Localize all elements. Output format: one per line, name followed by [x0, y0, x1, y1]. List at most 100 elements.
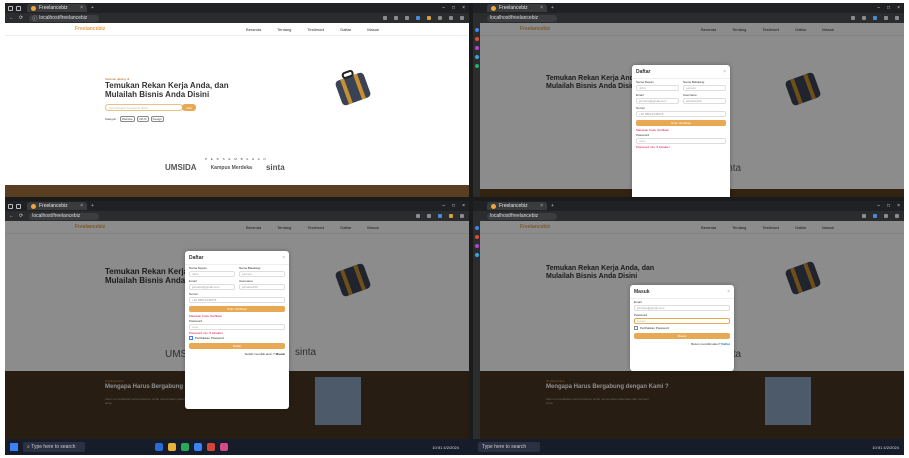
new-tab-icon[interactable]: +: [551, 203, 554, 209]
back-icon[interactable]: ←: [9, 15, 14, 21]
close-window-icon[interactable]: ×: [897, 203, 900, 209]
minimize-icon[interactable]: –: [442, 5, 445, 11]
refresh-icon[interactable]: ⟳: [19, 15, 23, 21]
ext-icon[interactable]: [427, 16, 431, 20]
password-input[interactable]: ••••••: [636, 138, 726, 144]
minimize-icon[interactable]: –: [442, 203, 445, 209]
menu-icon[interactable]: [460, 214, 464, 218]
start-icon[interactable]: [10, 443, 18, 451]
ext-icon[interactable]: [438, 214, 442, 218]
search-button[interactable]: Cari: [182, 104, 196, 111]
tab-actions-icon[interactable]: [16, 5, 21, 11]
last-name-input[interactable]: Lennon: [239, 271, 285, 277]
ext-icon[interactable]: [394, 16, 398, 20]
ext-icon[interactable]: [862, 214, 866, 218]
close-tab-icon[interactable]: ×: [80, 203, 83, 209]
maximize-icon[interactable]: □: [452, 5, 455, 11]
sidebar-app-icon[interactable]: [474, 226, 479, 230]
minimize-icon[interactable]: –: [877, 203, 880, 209]
taskbar-app-icon[interactable]: [168, 443, 176, 451]
ext-icon[interactable]: [383, 16, 387, 20]
first-name-input[interactable]: John: [636, 85, 679, 91]
password-input[interactable]: ••••••••: [634, 318, 730, 324]
username-input[interactable]: johndoe123: [239, 284, 285, 290]
taskbar-app-icon[interactable]: [207, 443, 215, 451]
show-password-checkbox[interactable]: [634, 326, 638, 330]
nav-masuk[interactable]: Masuk: [367, 27, 379, 32]
close-tab-icon[interactable]: ×: [540, 5, 543, 11]
email-input[interactable]: johndoe@gmail.com: [636, 98, 679, 104]
menu-icon[interactable]: [895, 214, 899, 218]
close-icon[interactable]: ×: [282, 255, 285, 261]
email-input[interactable]: johndoe@gmail.com: [189, 284, 235, 290]
ext-icon[interactable]: [416, 214, 420, 218]
url-field[interactable]: localhost/freelancebiz: [29, 212, 100, 220]
taskbar-search[interactable]: Type here to search: [478, 442, 540, 452]
url-field[interactable]: localhost/freelancebiz: [487, 212, 557, 220]
taskbar-app-icon[interactable]: [181, 443, 189, 451]
register-link[interactable]: Daftar: [721, 342, 730, 346]
taskbar-app-icon[interactable]: [155, 443, 163, 451]
close-icon[interactable]: ×: [727, 289, 730, 295]
ext-icon[interactable]: [405, 16, 409, 20]
send-verification-button[interactable]: Kirim Verifikasi: [189, 306, 285, 312]
url-field[interactable]: localhost/freelancebiz: [487, 14, 557, 22]
back-icon[interactable]: ←: [9, 213, 14, 219]
search-input[interactable]: Cari kategori Freelance disini: [105, 104, 183, 111]
ext-icon[interactable]: [873, 214, 877, 218]
browser-tab[interactable]: Freelancebiz ×: [27, 202, 87, 210]
close-tab-icon[interactable]: ×: [540, 203, 543, 209]
sidebar-app-icon[interactable]: [474, 46, 479, 50]
username-input[interactable]: johndoe123: [683, 98, 726, 104]
taskbar-app-icon[interactable]: [220, 443, 228, 451]
new-tab-icon[interactable]: +: [91, 203, 94, 209]
maximize-icon[interactable]: □: [887, 5, 890, 11]
maximize-icon[interactable]: □: [452, 203, 455, 209]
ext-icon[interactable]: [873, 16, 877, 20]
ext-icon[interactable]: [884, 16, 888, 20]
password-input[interactable]: ••••••: [189, 324, 285, 330]
category-chip[interactable]: UI/UX: [136, 116, 149, 122]
ext-icon[interactable]: [449, 16, 453, 20]
tab-actions-icon[interactable]: [16, 203, 21, 209]
close-tab-icon[interactable]: ×: [80, 5, 83, 11]
ext-icon[interactable]: [449, 214, 453, 218]
sidebar-app-icon[interactable]: [474, 28, 479, 32]
window-menu-icon[interactable]: [8, 203, 13, 209]
url-field[interactable]: ⓘ localhost/freelancebiz: [29, 14, 100, 22]
maximize-icon[interactable]: □: [887, 203, 890, 209]
clock[interactable]: 10:51: [872, 445, 882, 450]
site-logo[interactable]: Freelancebiz: [75, 26, 105, 32]
show-password-checkbox[interactable]: [189, 336, 193, 340]
category-chip[interactable]: Design: [150, 116, 164, 122]
close-window-icon[interactable]: ×: [462, 5, 465, 11]
clock[interactable]: 10:51: [432, 445, 442, 450]
nav-beranda[interactable]: Beranda: [246, 27, 261, 32]
taskbar-search[interactable]: ⌕ Type here to search: [23, 442, 85, 452]
category-chip[interactable]: Website: [119, 116, 135, 122]
sidebar-app-icon[interactable]: [474, 55, 479, 59]
ext-icon[interactable]: [438, 16, 442, 20]
sidebar-app-icon[interactable]: [474, 235, 479, 239]
sidebar-app-icon[interactable]: [474, 37, 479, 41]
ext-icon[interactable]: [416, 16, 420, 20]
ext-icon[interactable]: [851, 16, 855, 20]
daftar-submit-button[interactable]: Daftar: [189, 343, 285, 349]
browser-tab[interactable]: Freelancebiz ×: [487, 4, 547, 12]
minimize-icon[interactable]: –: [877, 5, 880, 11]
sidebar-app-icon[interactable]: [474, 253, 479, 257]
ext-icon[interactable]: [862, 16, 866, 20]
phone-input[interactable]: +62 88812345678: [636, 111, 726, 117]
masuk-submit-button[interactable]: Masuk: [634, 333, 730, 339]
window-menu-icon[interactable]: [8, 5, 13, 11]
send-verification-button[interactable]: Kirim Verifikasi: [636, 120, 726, 126]
nav-testimoni[interactable]: Testimoni: [307, 27, 324, 32]
phone-input[interactable]: +62 88812345678: [189, 297, 285, 303]
email-input[interactable]: johndoe@gmail.com: [634, 305, 730, 311]
browser-tab[interactable]: Freelancebiz ×: [487, 202, 547, 210]
first-name-input[interactable]: John: [189, 271, 235, 277]
ext-icon[interactable]: [427, 214, 431, 218]
login-link[interactable]: Masuk: [276, 352, 285, 356]
close-window-icon[interactable]: ×: [897, 5, 900, 11]
new-tab-icon[interactable]: +: [91, 5, 94, 11]
